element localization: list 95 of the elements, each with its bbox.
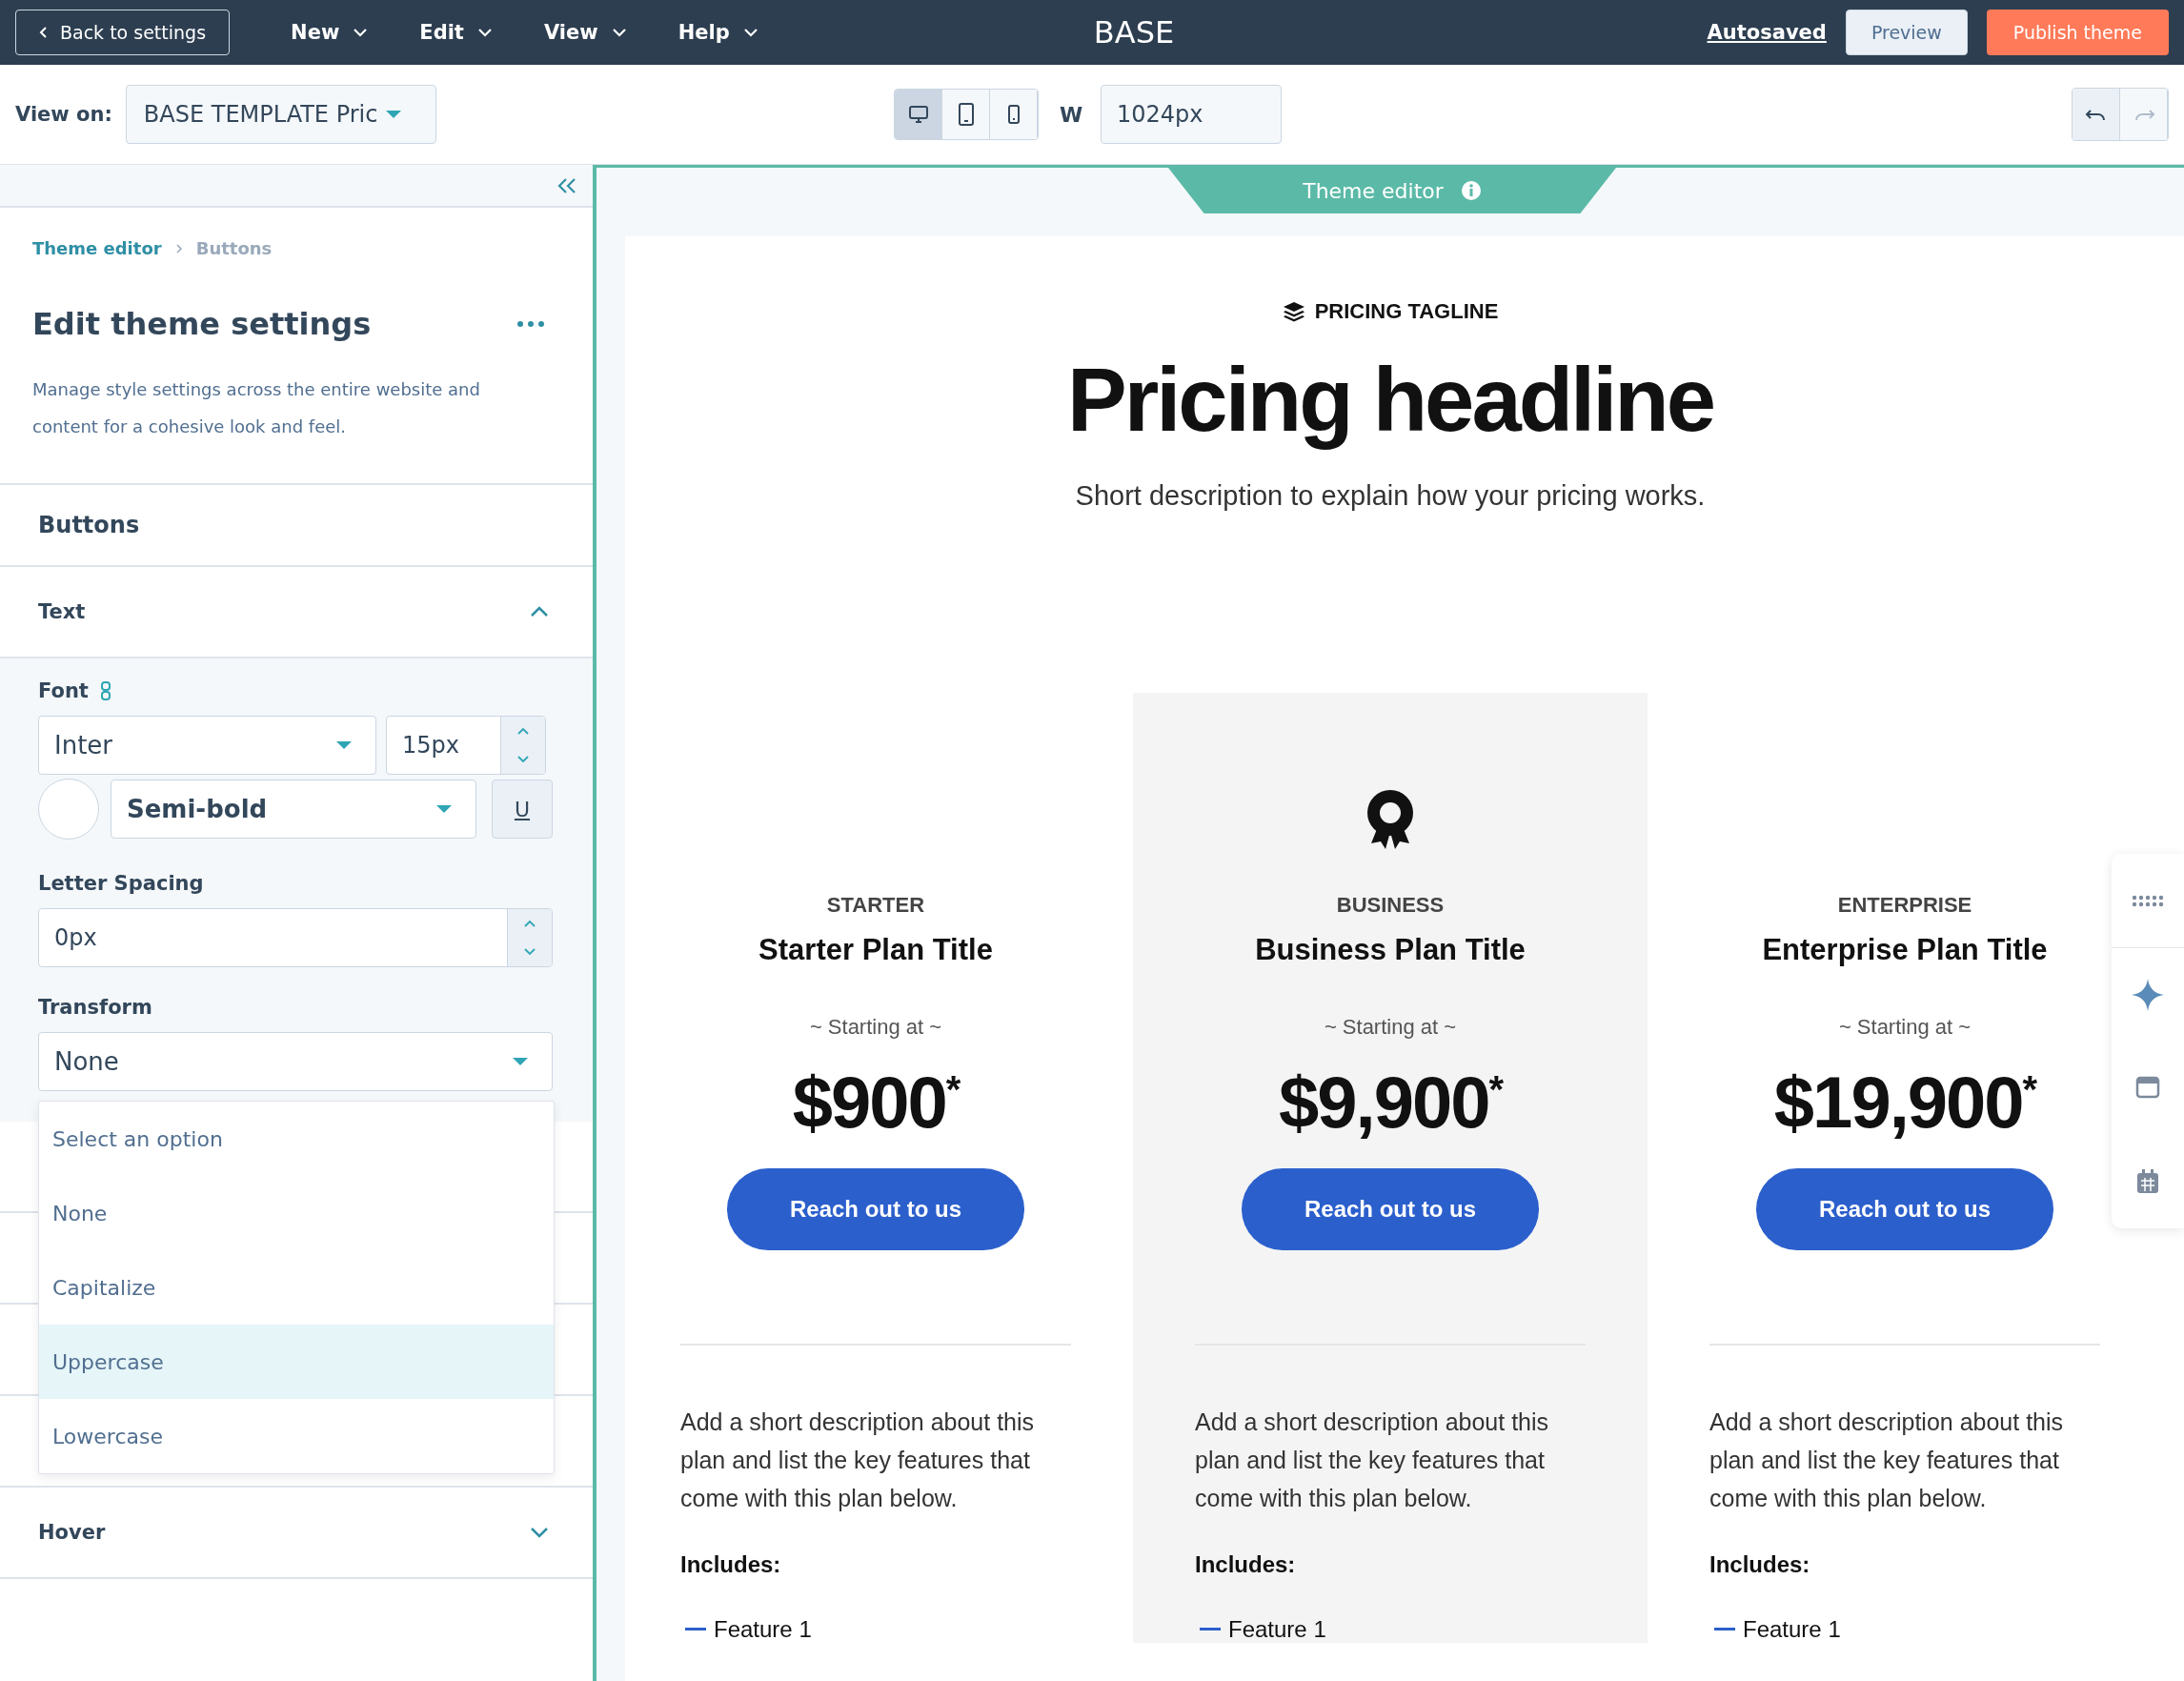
menu-item[interactable]: New [281,15,378,50]
grid-dots-icon[interactable] [2131,894,2165,907]
tablet-icon [957,103,975,126]
pricing-headline: Pricing headline [1066,349,1714,452]
device-button[interactable] [942,90,990,139]
starting-at-label: ~ Starting at ~ [1324,1015,1457,1040]
dropdown-option[interactable]: Lowercase [39,1399,554,1473]
letter-spacing-label: Letter Spacing [38,872,204,895]
starting-at-label: ~ Starting at ~ [1838,1015,1972,1040]
plan-title: Business Plan Title [1255,933,1526,967]
undo-button[interactable] [2073,89,2120,140]
dropdown-option[interactable]: Uppercase [39,1325,554,1399]
dash-icon [685,1628,706,1631]
width-label: W [1060,102,1083,127]
plan-title: Enterprise Plan Title [1762,933,2048,967]
dash-icon [1714,1628,1735,1631]
includes-label: Includes: [680,1551,782,1578]
chevron-down-icon [611,28,627,37]
font-weight-select[interactable]: Semi-bold [111,780,476,839]
chevron-down-icon [530,1527,549,1538]
menu-item[interactable]: Edit [410,15,502,50]
decrement-icon[interactable] [516,755,530,764]
collapse-icon[interactable] [556,176,577,194]
pricing-description: Short description to explain how your pricing works. [1075,480,1706,512]
panel-title: Edit theme settings [32,306,372,342]
dash-icon [1200,1628,1221,1631]
feature-item: Feature 1 [1743,1616,1841,1643]
breadcrumb-current: Buttons [195,238,273,258]
chevron-down-icon [742,28,758,37]
letter-spacing-field[interactable]: 0px [38,908,553,967]
plan-title: Starter Plan Title [758,933,993,967]
menu-item[interactable]: Help [668,15,768,50]
underline-button[interactable]: U [492,780,553,839]
theme-editor-banner: Theme editor [1168,168,1616,213]
award-icon [1365,788,1415,851]
dropdown-option[interactable]: None [39,1176,554,1250]
more-icon[interactable] [516,320,545,328]
breadcrumb-link[interactable]: Theme editor [32,238,162,258]
plan-tier-label: BUSINESS [1336,893,1445,918]
phone-icon [1006,105,1021,124]
pricing-tagline: PRICING TAGLINE [1314,299,1499,324]
chevron-down-icon [353,28,369,37]
desktop-icon [907,105,929,124]
chevron-right-icon [174,242,183,254]
caret-down-icon [335,740,353,750]
panel-description: Manage style settings across the entire website and content for a cohesive look and feel. [32,378,481,438]
caret-down-icon [385,110,403,119]
includes-label: Includes: [1195,1551,1297,1578]
width-field[interactable]: 1024px [1101,85,1282,144]
chevron-up-icon [530,606,549,618]
autosaved-link[interactable]: Autosaved [1707,21,1827,44]
calendar-icon[interactable] [2134,1168,2161,1195]
link-icon[interactable] [99,681,111,700]
plan-price: $19,900$^{*}$ [1773,1061,2036,1144]
plan-tier-label: ENTERPRISE [1837,893,1972,918]
back-button[interactable]: Back to settings [15,10,231,55]
plan-description: Add a short description about this plan and list the key features that come with this plan below. [1195,1408,1550,1513]
font-family-select[interactable]: Inter [38,716,376,775]
menu-item[interactable]: View [534,15,637,50]
transform-select[interactable]: None [38,1032,553,1091]
chevron-down-icon [476,28,493,37]
device-button[interactable] [895,90,942,139]
plan-tier-label: STARTER [826,893,925,918]
view-on-label: View on: [15,103,112,126]
decrement-icon[interactable] [523,947,536,957]
increment-icon[interactable] [516,726,530,736]
dropdown-option[interactable]: Select an option [39,1102,554,1176]
feature-item: Feature 1 [1228,1616,1326,1643]
plan-price: $900$^{*}$ [792,1061,960,1144]
preview-button[interactable]: Preview [1845,10,1968,55]
starting-at-label: ~ Starting at ~ [809,1015,942,1040]
plan-price: $9,900$^{*}$ [1279,1061,1502,1144]
page-select[interactable]: BASE TEMPLATE Pric [125,85,436,144]
increment-icon[interactable] [523,919,536,928]
chevron-left-icon [39,26,49,39]
includes-label: Includes: [1709,1551,1811,1578]
undo-icon [2084,107,2108,122]
layers-icon [1282,301,1305,322]
app-title: BASE [1093,14,1175,51]
font-size-field[interactable]: 15px [386,716,546,775]
feature-item: Feature 1 [714,1616,812,1643]
font-label: Font [38,679,89,702]
caret-down-icon [512,1057,529,1066]
transform-label: Transform [38,996,152,1019]
caret-down-icon [435,804,453,814]
section-title: Buttons [38,512,140,538]
window-icon[interactable] [2134,1076,2161,1101]
reach-out-button[interactable]: Reach out to us [1756,1168,2053,1250]
reach-out-button[interactable]: Reach out to us [1242,1168,1539,1250]
dropdown-option[interactable]: Capitalize [39,1250,554,1325]
info-icon[interactable] [1460,180,1482,201]
reach-out-button[interactable]: Reach out to us [727,1168,1024,1250]
plan-description: Add a short description about this plan and list the key features that come with this plan below. [680,1408,1036,1513]
device-button[interactable] [990,90,1038,139]
plan-description: Add a short description about this plan and list the key features that come with this plan below. [1709,1408,2065,1513]
